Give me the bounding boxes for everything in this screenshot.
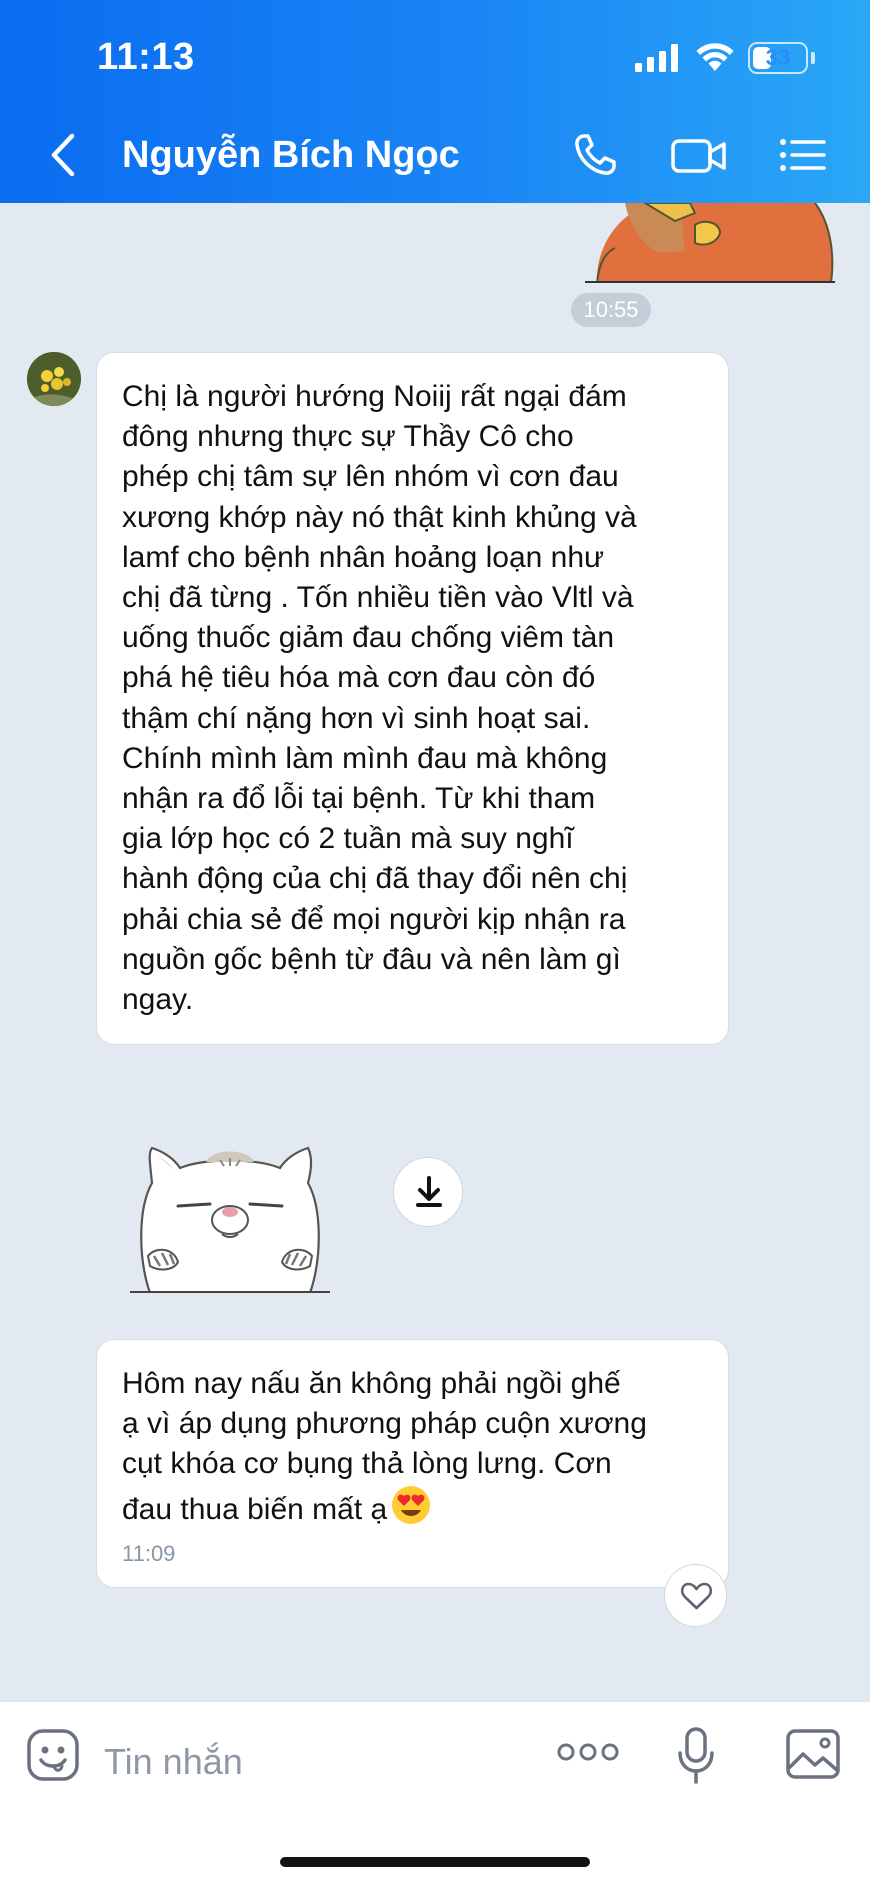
cellular-signal-icon (635, 44, 678, 72)
video-call-icon[interactable] (668, 130, 730, 180)
reaction-button[interactable] (664, 1564, 727, 1627)
message-bubble-incoming[interactable]: Chị là người hướng Noiij rất ngại đám đô… (96, 352, 729, 1045)
contact-name[interactable]: Nguyễn Bích Ngọc (122, 134, 460, 177)
home-indicator (280, 1857, 590, 1867)
heart-eyes-emoji-icon (392, 1485, 431, 1524)
message-text: Chị là người hướng Noiij rất ngại đám đô… (122, 380, 637, 1017)
download-button[interactable] (393, 1157, 463, 1227)
battery-indicator: 33 (748, 42, 808, 74)
sticker-image[interactable] (585, 203, 835, 283)
more-options-icon[interactable] (557, 1740, 619, 1764)
menu-icon[interactable] (778, 130, 828, 180)
download-icon (416, 1176, 442, 1207)
timestamp-pill: 10:55 (571, 293, 651, 327)
battery-percentage: 33 (765, 45, 791, 70)
phone-icon[interactable] (570, 130, 626, 180)
message-text: Hôm nay nấu ăn không phải ngồi ghế ạ vì … (122, 1367, 647, 1526)
battery-cap (811, 52, 815, 64)
cat-sticker[interactable] (130, 1138, 330, 1293)
image-gallery-icon[interactable] (785, 1728, 841, 1780)
wifi-icon (696, 43, 734, 71)
back-button[interactable] (44, 128, 84, 182)
chat-header: 11:13 33 Nguyễn Bích Ngọc (0, 0, 870, 203)
message-bubble-incoming[interactable]: Hôm nay nấu ăn không phải ngồi ghế ạ vì … (96, 1339, 729, 1588)
sticker-emoji-icon[interactable] (26, 1728, 80, 1782)
heart-icon (680, 1582, 713, 1610)
message-input[interactable] (104, 1732, 534, 1792)
contact-avatar[interactable] (27, 352, 81, 406)
composer-bar (0, 1701, 870, 1883)
status-time: 11:13 (97, 36, 195, 78)
message-time: 11:09 (122, 1540, 176, 1566)
microphone-icon[interactable] (676, 1726, 716, 1786)
